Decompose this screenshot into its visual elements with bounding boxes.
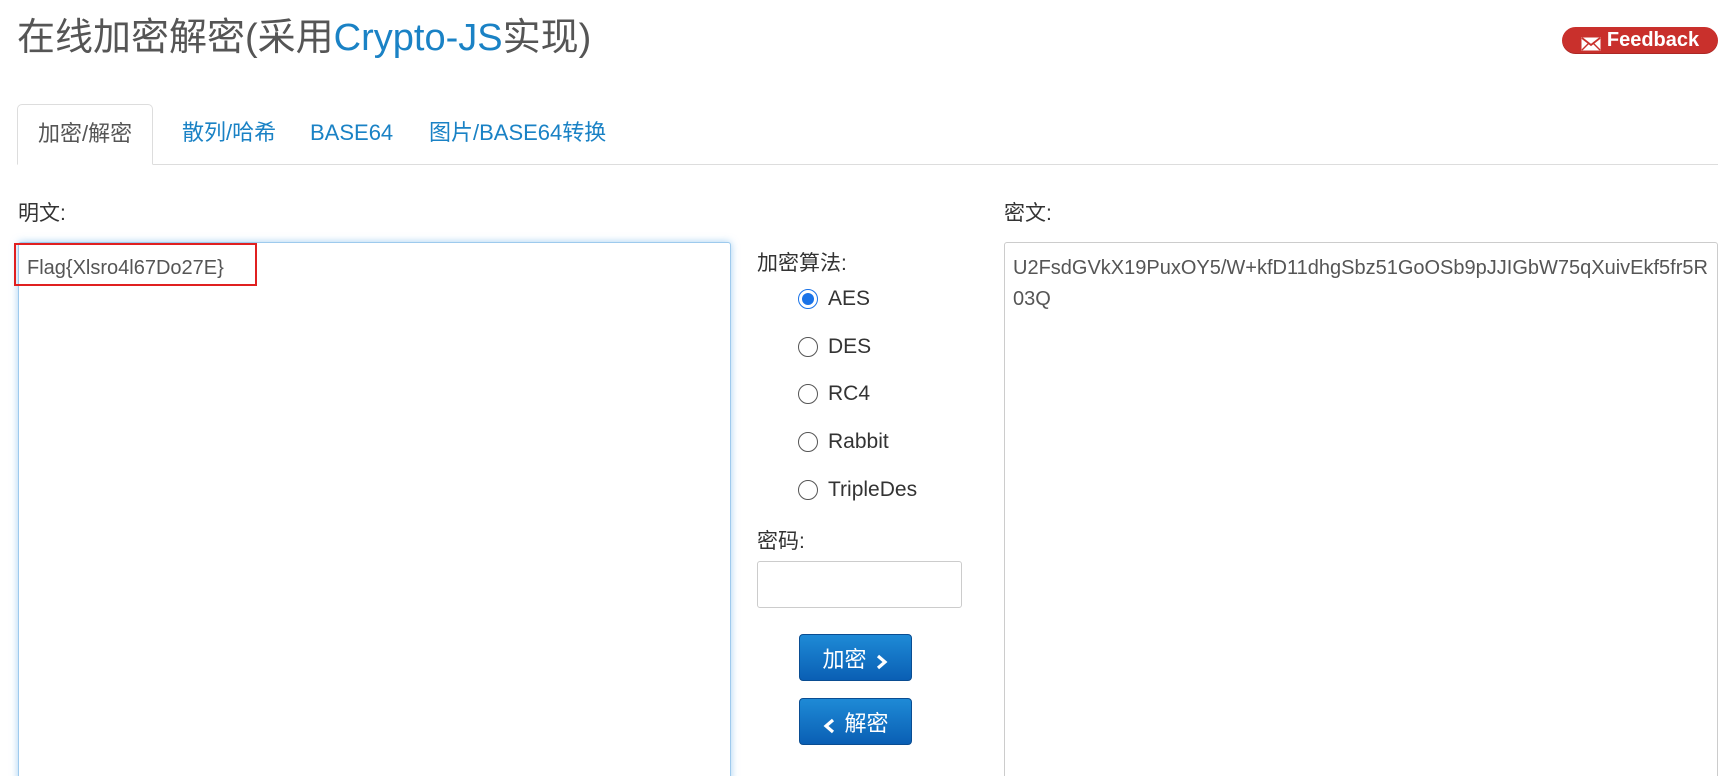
- password-label: 密码:: [757, 530, 805, 553]
- feedback-button[interactable]: Feedback: [1562, 27, 1718, 54]
- radio-aes[interactable]: AES: [798, 287, 870, 311]
- radio-label-des: DES: [828, 335, 872, 358]
- mail-icon: [1581, 34, 1601, 50]
- page-title-accent: Crypto-JS: [333, 17, 503, 59]
- radio-button-des[interactable]: [798, 337, 818, 357]
- password-input[interactable]: [757, 561, 962, 608]
- feedback-label: Feedback: [1606, 29, 1700, 51]
- decrypt-label: 解密: [844, 710, 889, 736]
- radio-button-tripledes[interactable]: [798, 480, 818, 500]
- algorithm-label: 加密算法:: [757, 252, 847, 275]
- encrypt-label: 加密: [822, 646, 867, 672]
- page-title: 在线加密解密(采用Crypto-JS实现): [17, 6, 591, 61]
- page: 在线加密解密(采用Crypto-JS实现) Feedback 加密/解密 散列/…: [0, 0, 1733, 776]
- tab-bar: 加密/解密 散列/哈希 BASE64 图片/BASE64转换: [17, 104, 1718, 165]
- radio-button-rabbit[interactable]: [798, 432, 818, 452]
- ciphertext-textarea[interactable]: U2FsdGVkX19PuxOY5/W+kfD11dhgSbz51GoOSb9p…: [1004, 242, 1718, 776]
- page-title-prefix: 在线加密解密(采用: [17, 17, 334, 59]
- radio-label-rc4: RC4: [828, 382, 871, 405]
- radio-rc4[interactable]: RC4: [798, 382, 870, 406]
- radio-label-tripledes: TripleDes: [828, 478, 918, 501]
- radio-des[interactable]: DES: [798, 335, 871, 359]
- tab-hash[interactable]: 散列/哈希: [162, 104, 296, 163]
- chevron-right-icon: [875, 650, 889, 669]
- plaintext-label: 明文:: [18, 202, 66, 225]
- ciphertext-label: 密文:: [1004, 202, 1052, 225]
- tab-base64[interactable]: BASE64: [290, 104, 413, 163]
- radio-button-aes[interactable]: [798, 289, 818, 309]
- decrypt-button[interactable]: 解密: [799, 698, 912, 745]
- chevron-left-icon: [822, 714, 836, 733]
- radio-rabbit[interactable]: Rabbit: [798, 430, 889, 454]
- radio-label-aes: AES: [828, 287, 871, 310]
- plaintext-textarea[interactable]: Flag{Xlsro4l67Do27E}: [18, 242, 731, 776]
- radio-tripledes[interactable]: TripleDes: [798, 478, 917, 502]
- tab-encrypt-decrypt[interactable]: 加密/解密: [17, 104, 154, 165]
- tab-image-base64[interactable]: 图片/BASE64转换: [409, 104, 626, 163]
- page-title-suffix: 实现): [502, 17, 592, 59]
- radio-label-rabbit: Rabbit: [828, 430, 889, 453]
- encrypt-button[interactable]: 加密: [799, 634, 912, 681]
- radio-button-rc4[interactable]: [798, 384, 818, 404]
